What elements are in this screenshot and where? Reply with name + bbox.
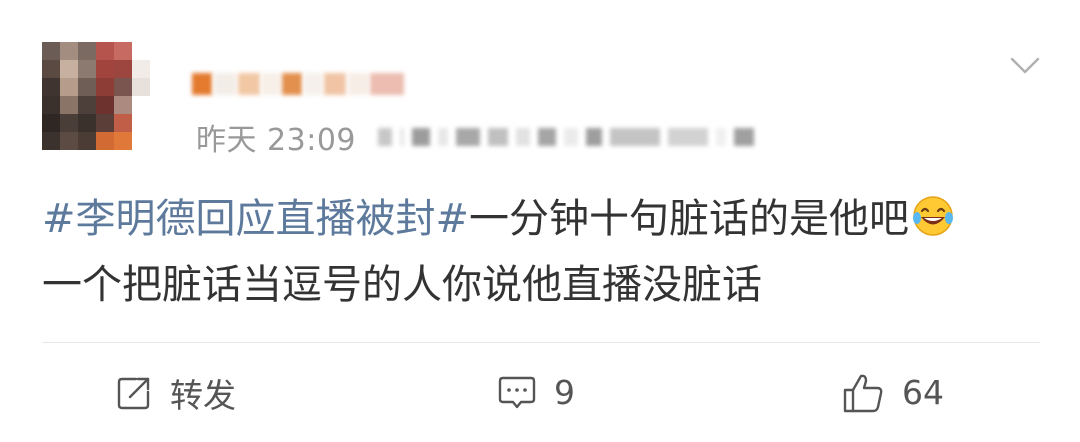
comment-count: 9 bbox=[554, 373, 575, 412]
post-text-segment: 一分钟十句脏话的是他吧 bbox=[469, 196, 910, 242]
chevron-down-icon bbox=[1010, 57, 1040, 74]
weibo-post-card: 昨天 23:09 #李明德回应直播被封#一分钟十句脏话的是他吧 一个把脏话当逗号… bbox=[0, 0, 1080, 442]
thumbs-up-icon bbox=[843, 374, 883, 412]
like-button[interactable]: 64 bbox=[842, 343, 944, 442]
post-meta: 昨天 23:09 bbox=[196, 116, 754, 158]
repost-button[interactable]: 转发 bbox=[116, 343, 236, 442]
repost-icon bbox=[117, 377, 150, 409]
action-bar: 转发 9 64 bbox=[0, 343, 1080, 442]
source-redacted bbox=[378, 128, 754, 146]
comment-button[interactable]: 9 bbox=[498, 343, 575, 442]
avatar[interactable] bbox=[42, 42, 150, 150]
laughing-tears-emoji-icon bbox=[913, 196, 954, 236]
post-content: #李明德回应直播被封#一分钟十句脏话的是他吧 一个把脏话当逗号的人你说他直播没脏… bbox=[42, 186, 1052, 318]
post-timestamp: 昨天 23:09 bbox=[196, 123, 356, 158]
post-text-line-2: 一个把脏话当逗号的人你说他直播没脏话 bbox=[42, 262, 762, 308]
comment-icon bbox=[498, 376, 536, 408]
post-menu-button[interactable] bbox=[1010, 50, 1040, 80]
repost-label: 转发 bbox=[170, 375, 236, 415]
post-text-line-1: #李明德回应直播被封#一分钟十句脏话的是他吧 bbox=[42, 186, 1052, 252]
hashtag-link[interactable]: #李明德回应直播被封# bbox=[42, 196, 469, 242]
username-redacted[interactable] bbox=[192, 62, 407, 106]
like-count: 64 bbox=[902, 373, 944, 412]
